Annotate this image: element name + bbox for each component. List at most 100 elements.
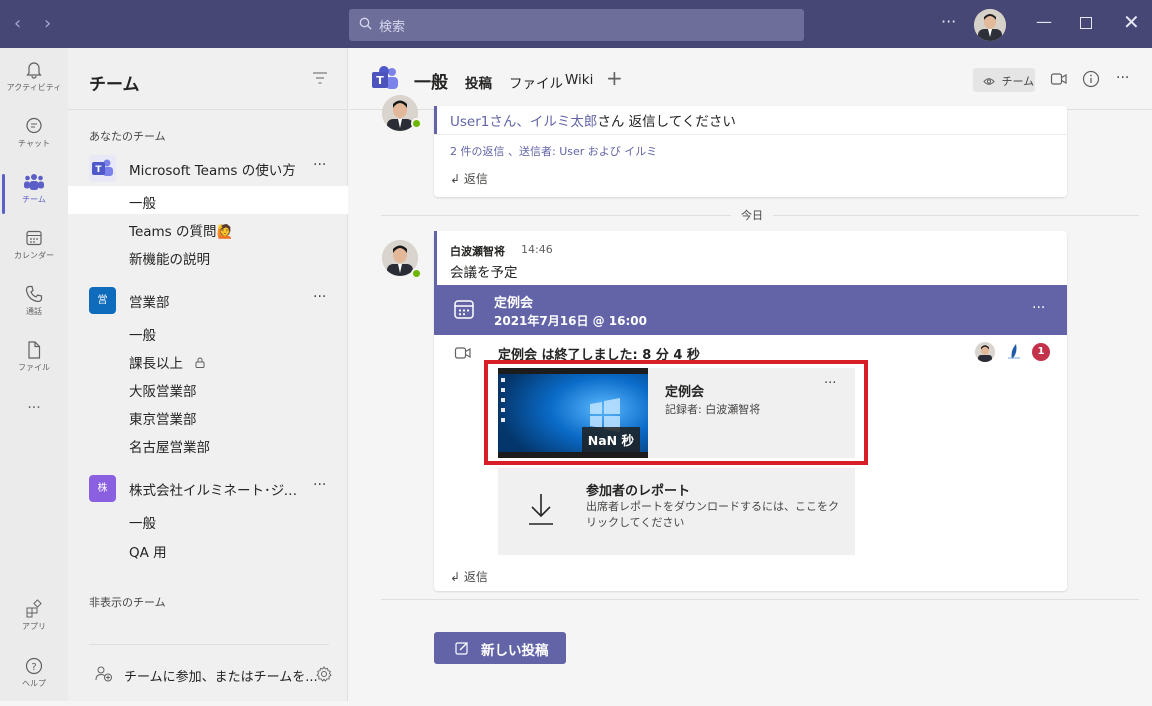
channel-item[interactable]: 大阪営業部 <box>68 374 348 402</box>
reply-button[interactable]: ↲ 返信 <box>450 170 488 187</box>
divider <box>89 644 329 645</box>
meeting-title: 定例会 <box>494 296 534 311</box>
rail-calendar[interactable]: カレンダー <box>0 222 68 278</box>
more-options-icon[interactable]: ··· <box>941 12 956 31</box>
teams-pane: チーム あなたのチーム T Microsoft Teams の使い方 ··· 一… <box>68 48 348 701</box>
svg-text:T: T <box>95 165 102 175</box>
report-description: 出席者レポートをダウンロードするには、ここをクリックしてください <box>586 500 839 529</box>
eye-icon <box>983 78 995 85</box>
profile-avatar[interactable] <box>974 9 1006 41</box>
tab-wiki[interactable]: Wiki <box>565 72 593 88</box>
search-placeholder: 検索 <box>379 20 406 35</box>
rail-chat[interactable]: チャット <box>0 110 68 166</box>
pane-title: チーム <box>89 75 140 95</box>
rail-apps[interactable]: アプリ <box>0 593 68 649</box>
more-options-icon[interactable]: ··· <box>1116 70 1129 86</box>
team-more-icon[interactable]: ··· <box>313 289 326 305</box>
divider <box>434 134 1067 135</box>
channel-item[interactable]: QA 用 <box>68 535 348 563</box>
team-row[interactable]: T Microsoft Teams の使い方 ··· <box>68 151 348 183</box>
rail-label: カレンダー <box>14 251 54 260</box>
team-row[interactable]: 営 営業部 ··· <box>68 283 348 315</box>
help-icon: ? <box>25 657 43 675</box>
rail-label: アプリ <box>22 622 46 631</box>
join-team-text: チームに参加、またはチームを... <box>124 670 318 685</box>
rail-label: チーム <box>22 195 46 204</box>
mention-link[interactable]: イルミ太郎 <box>530 114 598 130</box>
lock-icon <box>195 357 205 368</box>
maximize-icon[interactable] <box>1080 17 1092 29</box>
team-more-icon[interactable]: ··· <box>313 477 326 493</box>
message-card: User1さん、イルミ太郎さん 返信してください 2 件の返信 、送信者: Us… <box>434 106 1067 197</box>
video-call-icon[interactable] <box>1050 71 1068 87</box>
meeting-banner[interactable]: 定例会 2021年7月16日 @ 16:00 ··· <box>434 285 1067 335</box>
presence-available-icon <box>411 268 422 279</box>
gear-icon[interactable] <box>316 666 332 682</box>
divider <box>68 109 348 110</box>
replies-summary[interactable]: 2 件の返信 、送信者: User および イルミ <box>450 143 657 159</box>
rail-more[interactable]: ··· <box>0 400 68 456</box>
team-visibility-chip[interactable]: チーム <box>973 68 1035 92</box>
channel-item[interactable]: 東京営業部 <box>68 402 348 430</box>
reply-label: 返信 <box>463 570 488 584</box>
rail-label: チャット <box>18 139 50 148</box>
team-logo: 株 <box>89 475 116 502</box>
team-name: 株式会社イルミネート･ジャパ... <box>129 483 301 499</box>
attendee-count-badge[interactable]: 1 <box>1032 343 1050 361</box>
channel-item[interactable]: 一般 <box>68 318 348 346</box>
new-post-button[interactable]: 新しい投稿 <box>434 632 566 664</box>
message-time: 14:46 <box>521 243 553 256</box>
add-tab-icon[interactable]: + <box>606 66 623 90</box>
section-hidden-teams[interactable]: 非表示のチーム <box>89 594 166 610</box>
attendance-report-card[interactable]: 参加者のレポート 出席者レポートをダウンロードするには、ここをクリックしてくださ… <box>498 468 855 555</box>
channel-item[interactable]: Teams の質問🙋 <box>68 214 348 242</box>
rail-activity[interactable]: アクティビティ <box>0 54 68 110</box>
team-chip-label: チーム <box>1001 75 1035 88</box>
filter-icon[interactable] <box>313 72 327 84</box>
rail-help[interactable]: ? ヘルプ <box>0 650 68 706</box>
title-bar: ‹ › 検索 ··· — ✕ <box>0 0 1152 48</box>
team-more-icon[interactable]: ··· <box>313 157 326 173</box>
back-icon[interactable]: ‹ <box>14 13 21 34</box>
reply-label: 返信 <box>463 172 488 186</box>
rail-files[interactable]: ファイル <box>0 334 68 390</box>
participant-logo-icon[interactable] <box>1004 342 1024 362</box>
rail-label: ファイル <box>18 363 50 372</box>
rail-label: ヘルプ <box>22 679 46 688</box>
tab-files[interactable]: ファイル <box>509 72 563 92</box>
channel-header: T 一般 投稿 ファイル Wiki + チーム ··· <box>349 48 1152 110</box>
search-input[interactable]: 検索 <box>349 9 804 41</box>
rail-calls[interactable]: 通話 <box>0 278 68 334</box>
info-icon[interactable] <box>1082 70 1100 88</box>
rail-label: 通話 <box>26 307 42 316</box>
rail-teams[interactable]: チーム <box>0 166 68 222</box>
minimize-icon[interactable]: — <box>1036 12 1052 31</box>
channel-item[interactable]: 一般 <box>68 506 348 534</box>
channel-label: 課長以上 <box>129 356 183 372</box>
apps-icon <box>26 599 42 618</box>
message-text: User1さん、イルミ太郎さん 返信してください <box>450 110 736 130</box>
channel-item[interactable]: 課長以上 <box>68 346 348 374</box>
reply-button[interactable]: ↲ 返信 <box>450 568 488 585</box>
channel-item[interactable]: 名古屋営業部 <box>68 430 348 458</box>
compose-icon <box>455 642 468 655</box>
svg-text:?: ? <box>31 662 36 673</box>
forward-icon[interactable]: › <box>44 13 51 34</box>
channel-item[interactable]: 新機能の説明 <box>68 242 348 270</box>
meeting-more-icon[interactable]: ··· <box>1032 300 1045 316</box>
team-name: 営業部 <box>129 295 170 311</box>
divider <box>381 599 1139 600</box>
thread-bar <box>434 231 437 285</box>
author-name[interactable]: 白波瀬智将 <box>450 243 505 259</box>
close-icon[interactable]: ✕ <box>1123 10 1140 34</box>
participant-avatar[interactable] <box>975 342 995 362</box>
team-row[interactable]: 株 株式会社イルミネート･ジャパ... ··· <box>68 471 348 503</box>
channel-item[interactable]: 一般 <box>68 186 348 214</box>
mention-text: User1さん、 <box>450 114 530 130</box>
reply-icon: ↲ <box>450 172 461 186</box>
more-icon: ··· <box>27 400 41 416</box>
join-team-row[interactable]: チームに参加、またはチームを... <box>68 660 348 690</box>
thread-bar <box>434 106 437 134</box>
tab-posts[interactable]: 投稿 <box>465 72 492 92</box>
search-icon <box>359 17 372 30</box>
